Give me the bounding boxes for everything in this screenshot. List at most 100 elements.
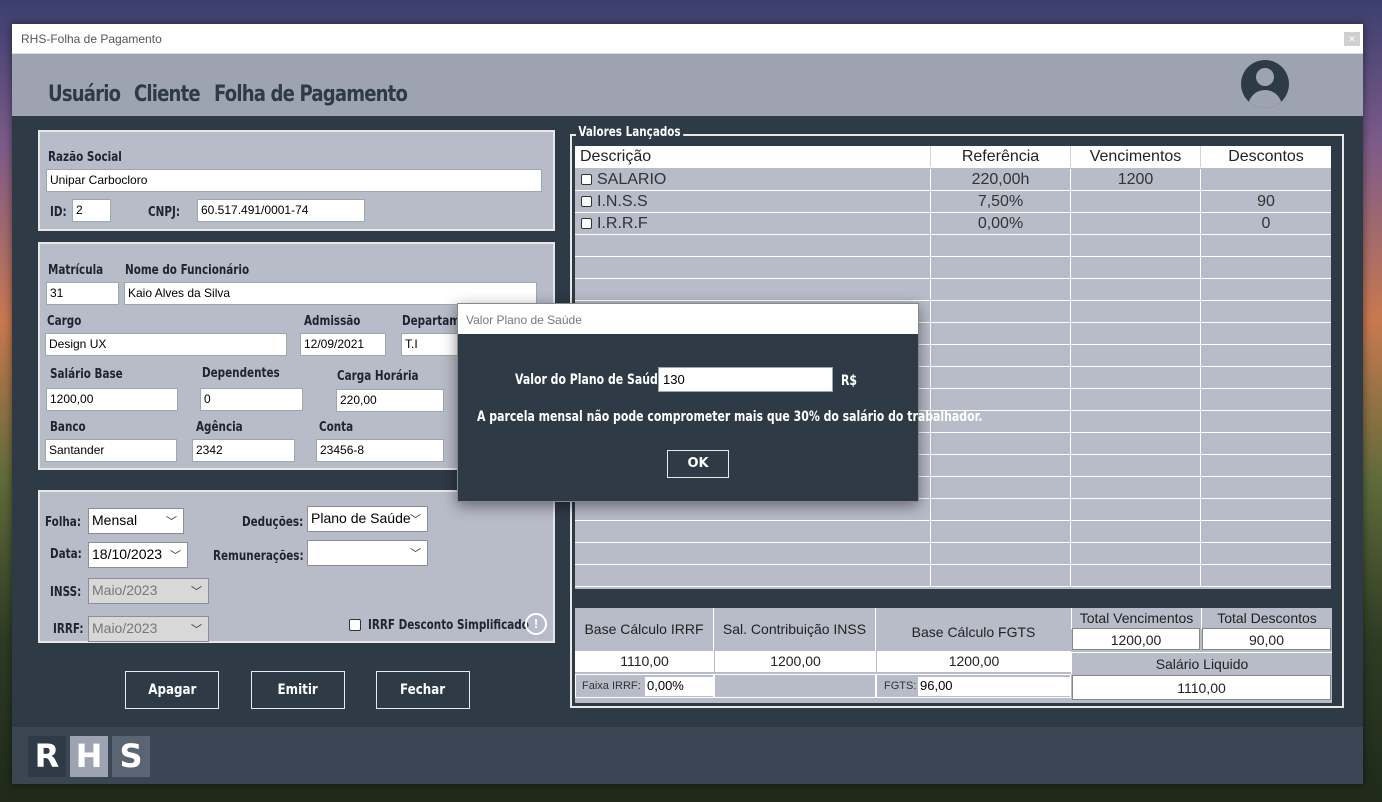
irrf-label: IRRF: — [53, 622, 84, 637]
user-avatar-icon[interactable] — [1241, 60, 1289, 108]
cell-descontos — [1201, 389, 1331, 410]
menu-usuario[interactable]: Usuário — [48, 82, 121, 107]
cell-vencimentos — [1071, 191, 1201, 212]
cell-descontos: 90 — [1201, 191, 1331, 212]
nome-input[interactable]: Kaio Alves da Silva — [124, 282, 537, 305]
cell-text: I.N.S.S — [597, 193, 648, 210]
cell-text: 90 — [1257, 193, 1275, 210]
menu-cliente[interactable]: Cliente — [134, 82, 201, 107]
cell-referencia — [931, 477, 1071, 498]
cell-descricao — [575, 565, 931, 586]
chevron-down-icon: ﹀ — [170, 550, 181, 562]
table-row[interactable] — [575, 235, 1331, 257]
dialog-field-label: Valor do Plano de Saúde: — [515, 372, 670, 388]
col-descontos[interactable]: Descontos — [1201, 146, 1331, 167]
cell-vencimentos — [1071, 565, 1201, 586]
deducoes-select[interactable]: Plano de Saúde ﹀ — [307, 506, 428, 532]
table-row[interactable] — [575, 543, 1331, 565]
info-icon[interactable]: ! — [525, 613, 547, 635]
plano-saude-input[interactable]: 130 — [658, 367, 833, 392]
table-row[interactable]: I.R.R.F 0,00% 0 — [575, 213, 1331, 235]
table-row[interactable] — [575, 499, 1331, 521]
agencia-input[interactable]: 2342 — [192, 439, 295, 462]
row-checkbox[interactable] — [581, 218, 592, 229]
plano-saude-dialog: Valor Plano de Saúde Valor do Plano de S… — [457, 303, 983, 502]
ok-button[interactable]: OK — [667, 450, 729, 478]
cell-vencimentos — [1071, 257, 1201, 278]
carga-horaria-input[interactable]: 220,00 — [336, 389, 444, 412]
id-input[interactable]: 2 — [72, 199, 111, 222]
nome-label: Nome do Funcionário — [125, 263, 250, 278]
chevron-down-icon: ﹀ — [166, 516, 177, 528]
table-row[interactable]: SALARIO 220,00h 1200 — [575, 169, 1331, 191]
dependentes-input[interactable]: 0 — [200, 388, 303, 411]
cell-descontos — [1201, 323, 1331, 344]
cell-referencia — [931, 257, 1071, 278]
table-row[interactable] — [575, 565, 1331, 587]
table-row[interactable] — [575, 257, 1331, 279]
cell-text: SALARIO — [597, 171, 667, 188]
cell-descricao — [575, 279, 931, 300]
cell-descricao — [575, 499, 931, 520]
departamento-input[interactable]: T.I — [401, 333, 461, 356]
table-row[interactable] — [575, 521, 1331, 543]
admissao-input[interactable]: 12/09/2021 — [300, 333, 386, 356]
row-checkbox[interactable] — [581, 174, 592, 185]
cell-referencia — [931, 565, 1071, 586]
cell-descontos — [1201, 235, 1331, 256]
logo-letter-r: R — [28, 736, 66, 777]
matricula-input[interactable]: 31 — [46, 282, 119, 305]
remuneracoes-select[interactable]: ﹀ — [307, 540, 428, 566]
footer: R H S — [12, 727, 1363, 784]
col-referencia[interactable]: Referência — [931, 146, 1071, 167]
liquido-label: Salário Liquido — [1071, 652, 1332, 674]
cell-vencimentos — [1071, 543, 1201, 564]
menu-folha-pagamento[interactable]: Folha de Pagamento — [214, 82, 408, 107]
total-venc-label: Total Vencimentos — [1071, 608, 1201, 629]
cell-descontos — [1201, 521, 1331, 542]
col-descricao[interactable]: Descrição — [575, 146, 931, 167]
cell-descontos — [1201, 279, 1331, 300]
liquido-value: 1110,00 — [1072, 675, 1331, 700]
total-desc-label: Total Descontos — [1201, 608, 1332, 629]
close-icon[interactable]: ✕ — [1344, 32, 1360, 46]
faixa-irrf-input[interactable]: 0,00% — [645, 677, 713, 696]
cnpj-input[interactable]: 60.517.491/0001-74 — [197, 199, 365, 222]
table-row[interactable] — [575, 279, 1331, 301]
apagar-button[interactable]: Apagar — [125, 671, 219, 709]
salario-base-input[interactable]: 1200,00 — [46, 388, 178, 411]
cell-descricao: I.R.R.F — [575, 213, 931, 234]
irrf-select[interactable]: Maio/2023 ﹀ — [88, 616, 209, 642]
cell-descontos — [1201, 543, 1331, 564]
cell-referencia — [931, 389, 1071, 410]
emitir-button[interactable]: Emitir — [251, 671, 345, 709]
empresa-panel: Razão Social Unipar Carbocloro ID: 2 CNP… — [38, 130, 555, 231]
table-row[interactable]: I.N.S.S 7,50% 90 — [575, 191, 1331, 213]
cell-vencimentos — [1071, 367, 1201, 388]
cell-vencimentos — [1071, 345, 1201, 366]
cell-referencia — [931, 323, 1071, 344]
row-checkbox[interactable] — [581, 196, 592, 207]
cell-descricao — [575, 521, 931, 542]
cell-vencimentos — [1071, 433, 1201, 454]
fgts-label: FGTS: — [884, 680, 917, 692]
inss-select[interactable]: Maio/2023 ﹀ — [88, 578, 209, 604]
cargo-input[interactable]: Design UX — [45, 333, 287, 356]
fechar-button[interactable]: Fechar — [376, 671, 470, 709]
base-fgts-label: Base Cálculo FGTS — [911, 624, 1036, 640]
base-irrf-label: Base Cálculo IRRF — [575, 608, 714, 651]
cell-referencia — [931, 543, 1071, 564]
banco-input[interactable]: Santander — [45, 439, 177, 462]
dialog-title: Valor Plano de Saúde — [458, 304, 918, 334]
faixa-irrf-label: Faixa IRRF: — [582, 680, 641, 692]
simplificado-checkbox[interactable] — [349, 619, 361, 631]
data-picker[interactable]: 18/10/2023 ﹀ — [88, 542, 188, 568]
cell-descricao — [575, 543, 931, 564]
cnpj-label: CNPJ: — [148, 205, 180, 220]
folha-select[interactable]: Mensal ﹀ — [88, 508, 184, 534]
razao-social-input[interactable]: Unipar Carbocloro — [46, 169, 542, 192]
fgts-input[interactable]: 96,00 — [918, 677, 1070, 696]
conta-input[interactable]: 23456-8 — [316, 439, 444, 462]
cell-descricao — [575, 235, 931, 256]
col-vencimentos[interactable]: Vencimentos — [1071, 146, 1201, 167]
